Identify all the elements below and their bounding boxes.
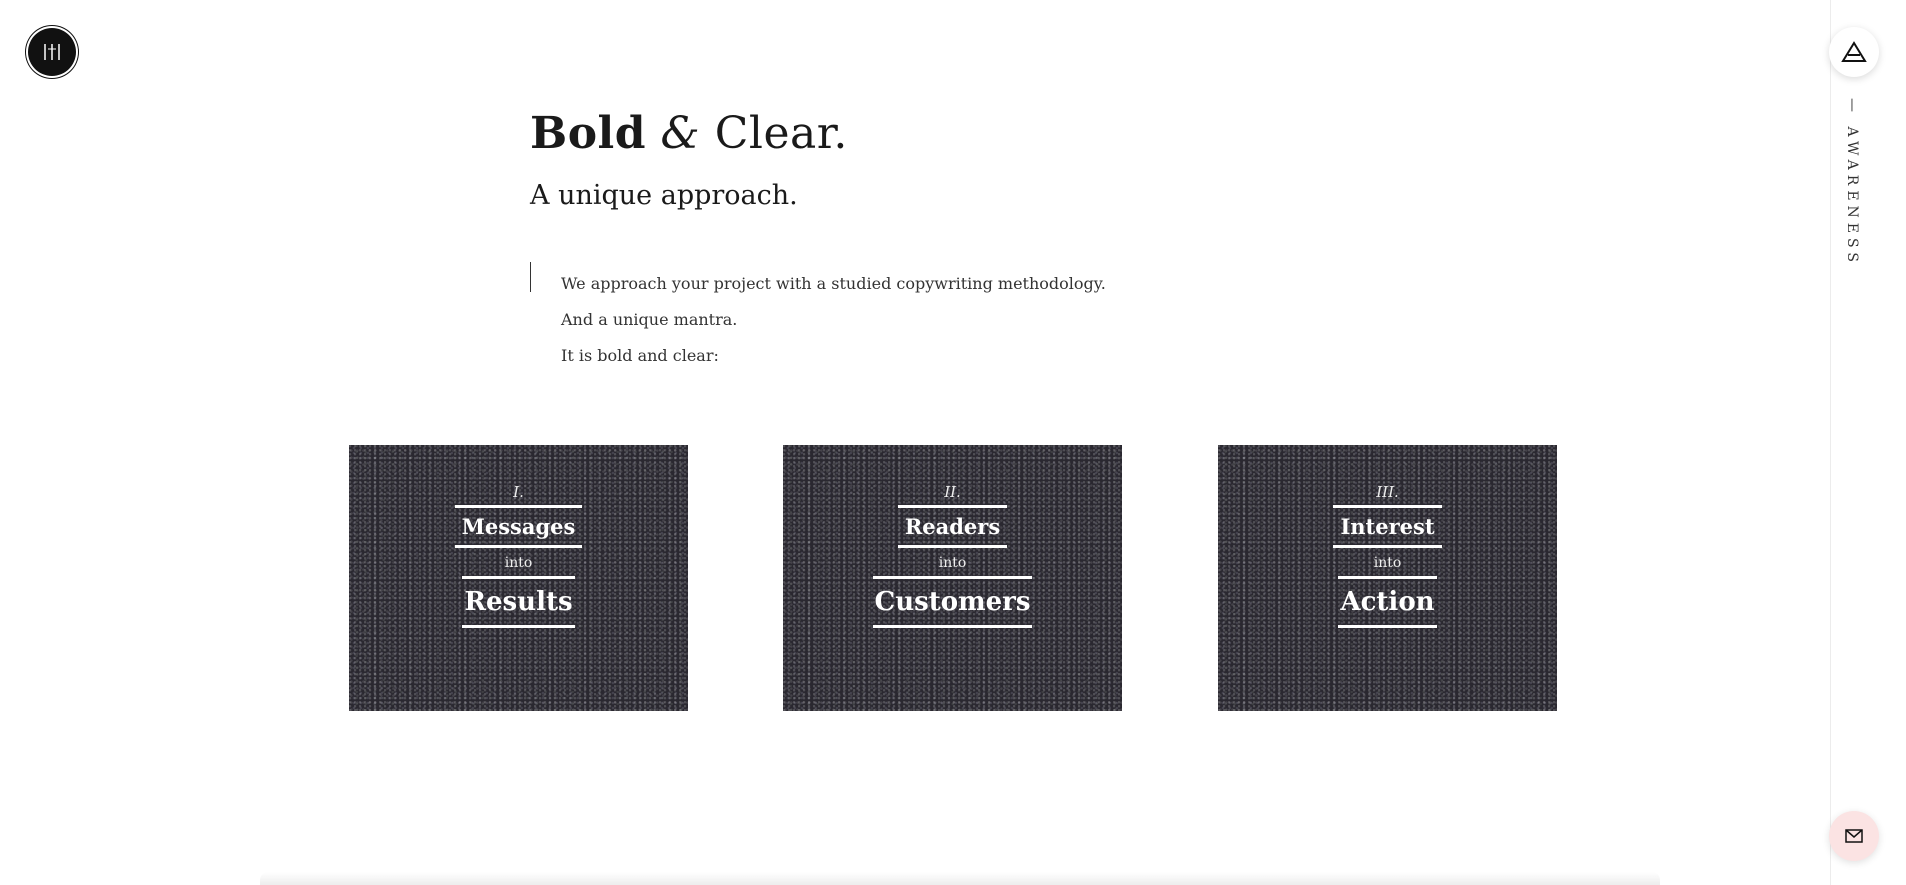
- page-title: Bold & Clear.: [530, 108, 848, 159]
- triangle-menu-icon: [1841, 41, 1867, 62]
- contact-button[interactable]: [1829, 811, 1879, 861]
- card-top-word: Messages: [454, 505, 583, 548]
- card-bottom-word: Action: [1338, 576, 1437, 628]
- quote-bar: [530, 262, 531, 292]
- menu-button[interactable]: [1829, 27, 1879, 77]
- monogram-logo-icon[interactable]: [26, 26, 78, 78]
- title-bold: Bold: [530, 108, 647, 159]
- card-connector: into: [504, 555, 533, 571]
- card-readers: II. Readers into Customers: [783, 445, 1122, 711]
- page-subtitle: A unique approach.: [530, 180, 798, 211]
- card-messages: I. Messages into Results: [349, 445, 688, 711]
- card-numeral: II.: [944, 483, 961, 501]
- title-ampersand: &: [660, 108, 701, 159]
- section-label: — AWARENESS: [1844, 98, 1860, 267]
- right-rail: [1830, 0, 1906, 885]
- card-numeral: III.: [1376, 483, 1399, 501]
- card-top-word: Readers: [897, 505, 1008, 548]
- card-bottom-word: Results: [462, 576, 575, 628]
- card-bottom-word: Customers: [872, 576, 1033, 628]
- card-interest: III. Interest into Action: [1218, 445, 1557, 711]
- card-numeral: I.: [513, 483, 524, 501]
- card-connector: into: [938, 555, 967, 571]
- footer-edge: [260, 872, 1660, 885]
- intro-line-3: It is bold and clear:: [561, 346, 719, 365]
- intro-line-2: And a unique mantra.: [561, 310, 738, 329]
- card-connector: into: [1373, 555, 1402, 571]
- title-rest: Clear.: [714, 108, 848, 159]
- card-top-word: Interest: [1333, 505, 1442, 548]
- intro-line-1: We approach your project with a studied …: [561, 274, 1106, 293]
- mail-icon: [1845, 829, 1863, 843]
